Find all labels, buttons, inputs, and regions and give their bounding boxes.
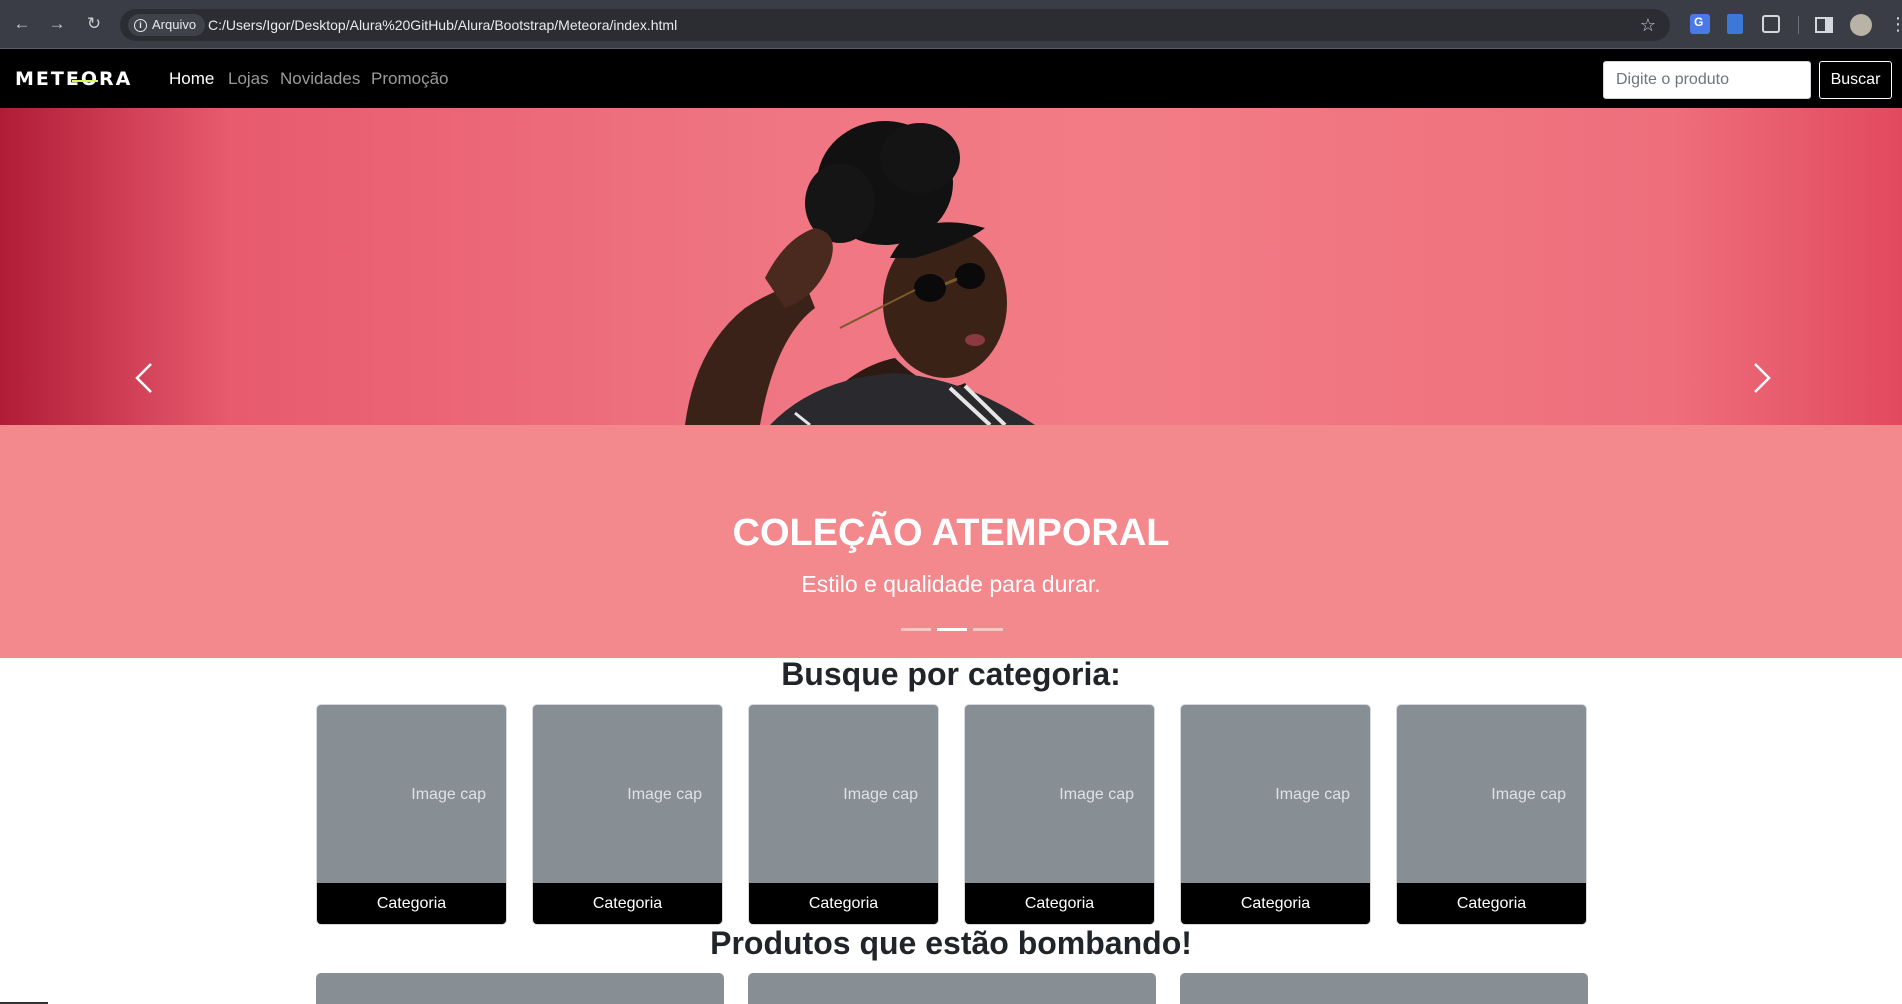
carousel-indicator-3[interactable] — [973, 628, 1003, 631]
category-image: Image cap — [1397, 705, 1586, 885]
browser-toolbar: ← → ↻ i Arquivo C:/Users/Igor/Desktop/Al… — [0, 0, 1902, 49]
category-label[interactable]: Categoria — [317, 883, 506, 924]
category-card[interactable]: Image cap Categoria — [1180, 704, 1371, 925]
back-icon[interactable]: ← — [10, 12, 34, 36]
brand-logo[interactable]: METEORA — [15, 68, 132, 90]
category-label[interactable]: Categoria — [1181, 883, 1370, 924]
category-label[interactable]: Categoria — [1397, 883, 1586, 924]
nav-link-home[interactable]: Home — [169, 68, 214, 90]
nav-link-lojas[interactable]: Lojas — [228, 68, 269, 90]
side-panel-icon[interactable] — [1815, 17, 1833, 33]
nav-link-promocao[interactable]: Promoção — [371, 68, 448, 90]
image-cap-text: Image cap — [411, 786, 486, 803]
site-info-chip[interactable]: i Arquivo — [128, 14, 206, 36]
product-card[interactable] — [1180, 973, 1588, 1004]
nav-link-novidades[interactable]: Novidades — [280, 68, 360, 90]
carousel-caption-title: COLEÇÃO ATEMPORAL — [732, 512, 1170, 554]
image-cap-text: Image cap — [1275, 786, 1350, 803]
reload-icon[interactable]: ↻ — [82, 12, 106, 36]
image-cap-text: Image cap — [1059, 786, 1134, 803]
category-label[interactable]: Categoria — [533, 883, 722, 924]
categories-heading: Busque por categoria: — [781, 656, 1121, 692]
category-image: Image cap — [965, 705, 1154, 885]
category-card[interactable]: Image cap Categoria — [1396, 704, 1587, 925]
category-card[interactable]: Image cap Categoria — [316, 704, 507, 925]
hero-image — [0, 108, 1902, 425]
carousel-next-button[interactable] — [1741, 358, 1781, 398]
bookmark-star-icon[interactable]: ☆ — [1640, 14, 1656, 36]
carousel-prev-button[interactable] — [125, 358, 165, 398]
image-cap-text: Image cap — [1491, 786, 1566, 803]
brand-logo-accent — [72, 80, 98, 82]
category-image: Image cap — [317, 705, 506, 885]
category-label[interactable]: Categoria — [965, 883, 1154, 924]
security-label: Arquivo — [152, 17, 197, 32]
info-icon: i — [134, 18, 147, 32]
image-cap-text: Image cap — [843, 786, 918, 803]
hero-carousel: COLEÇÃO ATEMPORAL Estilo e qualidade par… — [0, 108, 1902, 658]
url-text[interactable]: C:/Users/Igor/Desktop/Alura%20GitHub/Alu… — [208, 9, 677, 41]
translate-extension-icon[interactable] — [1690, 14, 1710, 34]
site-navbar: METEORA Home Lojas Novidades Promoção Di… — [0, 49, 1902, 108]
search-input[interactable]: Digite o produto — [1603, 61, 1811, 99]
category-card[interactable]: Image cap Categoria — [964, 704, 1155, 925]
category-image: Image cap — [749, 705, 938, 885]
product-card[interactable] — [748, 973, 1156, 1004]
carousel-indicator-2[interactable] — [937, 628, 967, 631]
products-heading: Produtos que estão bombando! — [710, 925, 1192, 961]
category-card[interactable]: Image cap Categoria — [532, 704, 723, 925]
category-image: Image cap — [533, 705, 722, 885]
product-card[interactable] — [316, 973, 724, 1004]
image-cap-text: Image cap — [627, 786, 702, 803]
category-image: Image cap — [1181, 705, 1370, 885]
chevron-right-icon — [1754, 363, 1771, 393]
extensions-puzzle-icon[interactable] — [1762, 15, 1780, 33]
browser-menu-icon[interactable]: ⋮ — [1889, 14, 1902, 34]
carousel-indicator-1[interactable] — [901, 628, 931, 631]
document-extension-icon[interactable] — [1727, 14, 1743, 34]
hero-person-illustration — [685, 121, 1035, 425]
category-label[interactable]: Categoria — [749, 883, 938, 924]
profile-avatar[interactable] — [1850, 14, 1872, 36]
category-card[interactable]: Image cap Categoria — [748, 704, 939, 925]
toolbar-divider — [1798, 16, 1799, 34]
address-bar[interactable]: i Arquivo C:/Users/Igor/Desktop/Alura%20… — [120, 9, 1670, 41]
search-button[interactable]: Buscar — [1819, 61, 1892, 99]
carousel-caption-subtitle: Estilo e qualidade para durar. — [801, 571, 1101, 597]
chevron-left-icon — [135, 363, 152, 393]
forward-icon[interactable]: → — [45, 12, 69, 36]
